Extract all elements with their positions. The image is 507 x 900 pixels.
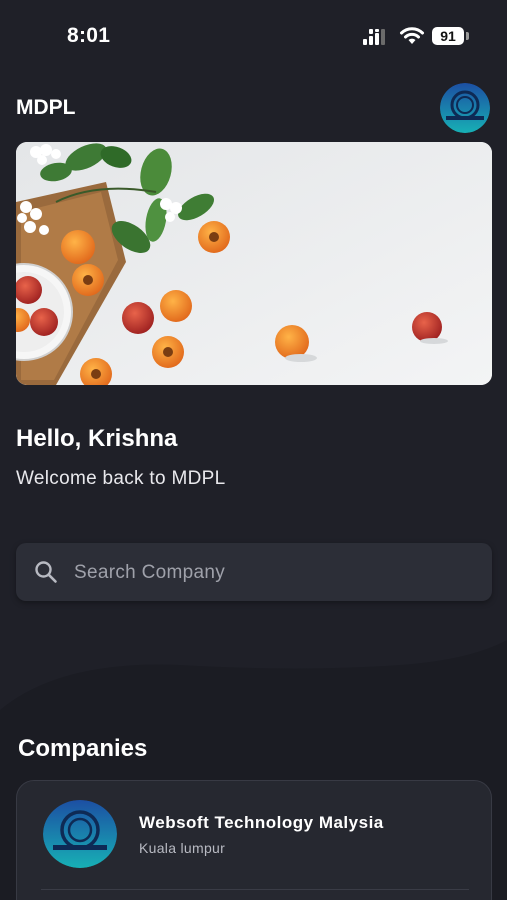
wifi-icon <box>400 27 424 44</box>
greeting-subtitle: Welcome back to MDPL <box>16 468 226 489</box>
company-logo-icon <box>43 800 117 868</box>
search-input[interactable]: Search Company <box>16 543 492 601</box>
battery-icon: 91 <box>432 27 464 45</box>
search-icon <box>35 561 57 583</box>
status-time: 8:01 <box>67 24 111 47</box>
status-bar: 8:01 91 <box>0 0 507 74</box>
company-location: Kuala lumpur <box>139 840 226 856</box>
profile-avatar-icon[interactable] <box>440 83 490 133</box>
greeting-title: Hello, Krishna <box>16 425 178 452</box>
company-name: Websoft Technology Malysia <box>139 813 384 832</box>
card-divider <box>41 889 469 890</box>
app-title: MDPL <box>16 96 76 119</box>
search-placeholder: Search Company <box>74 562 225 583</box>
hero-banner-image <box>16 142 492 385</box>
cellular-signal-icon <box>363 29 385 45</box>
company-card[interactable]: Websoft Technology Malysia Kuala lumpur <box>16 780 492 900</box>
battery-tip <box>466 32 469 40</box>
companies-section-title: Companies <box>18 735 148 762</box>
